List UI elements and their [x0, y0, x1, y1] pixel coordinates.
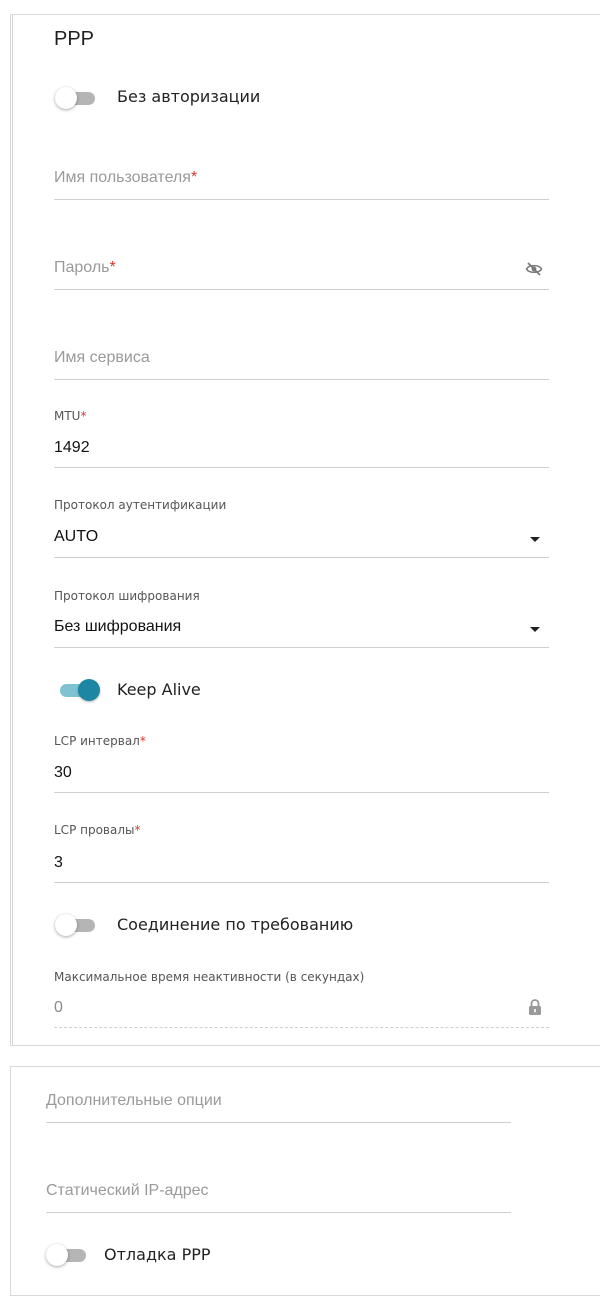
keep-alive-label: Keep Alive [117, 680, 201, 699]
encryption-protocol-label: Протокол шифрования [54, 589, 200, 603]
lcp-failures-label: LCP провалы* [54, 823, 141, 837]
mtu-label: MTU* [54, 409, 87, 423]
max-idle-time-label: Максимальное время неактивности (в секун… [54, 970, 365, 984]
auth-protocol-value: AUTO [54, 528, 99, 545]
additional-options-placeholder: Дополнительные опции [46, 1092, 222, 1109]
encryption-protocol-select[interactable]: Без шифрования [54, 608, 549, 648]
auth-protocol-select[interactable]: AUTO [54, 518, 549, 558]
lcp-interval-value: 30 [54, 764, 72, 781]
dial-on-demand-label: Соединение по требованию [117, 915, 354, 934]
username-field[interactable]: Имя пользователя* [54, 160, 549, 200]
service-name-placeholder: Имя сервиса [54, 349, 150, 366]
eye-off-icon[interactable] [525, 261, 543, 277]
mtu-value: 1492 [54, 439, 90, 456]
section-title-ppp: PPP [54, 28, 95, 50]
no-auth-toggle[interactable] [55, 86, 99, 110]
encryption-protocol-value: Без шифрования [54, 618, 182, 635]
password-placeholder: Пароль* [54, 259, 116, 276]
max-idle-time-input: 0 [54, 990, 549, 1028]
keep-alive-toggle[interactable] [56, 678, 100, 702]
lcp-failures-value: 3 [54, 854, 63, 871]
auth-protocol-label: Протокол аутентификации [54, 498, 227, 512]
lcp-interval-label: LCP интервал* [54, 734, 146, 748]
lcp-interval-input[interactable]: 30 [54, 753, 549, 793]
chevron-down-icon [530, 627, 540, 632]
ppp-debug-toggle[interactable] [46, 1243, 90, 1267]
static-ip-placeholder: Статический IP-адрес [46, 1182, 209, 1199]
lock-icon [528, 998, 542, 1016]
no-auth-label: Без авторизации [117, 87, 261, 106]
service-name-field[interactable]: Имя сервиса [54, 340, 549, 380]
password-field[interactable]: Пароль* [54, 250, 549, 290]
dial-on-demand-toggle[interactable] [55, 913, 99, 937]
ppp-debug-label: Отладка PPP [104, 1245, 211, 1264]
username-placeholder: Имя пользователя* [54, 169, 198, 186]
lcp-failures-input[interactable]: 3 [54, 843, 549, 883]
static-ip-field[interactable]: Статический IP-адрес [46, 1173, 511, 1213]
mtu-input[interactable]: 1492 [54, 428, 549, 468]
additional-options-field[interactable]: Дополнительные опции [46, 1083, 511, 1123]
max-idle-time-value: 0 [54, 999, 63, 1016]
chevron-down-icon [530, 537, 540, 542]
